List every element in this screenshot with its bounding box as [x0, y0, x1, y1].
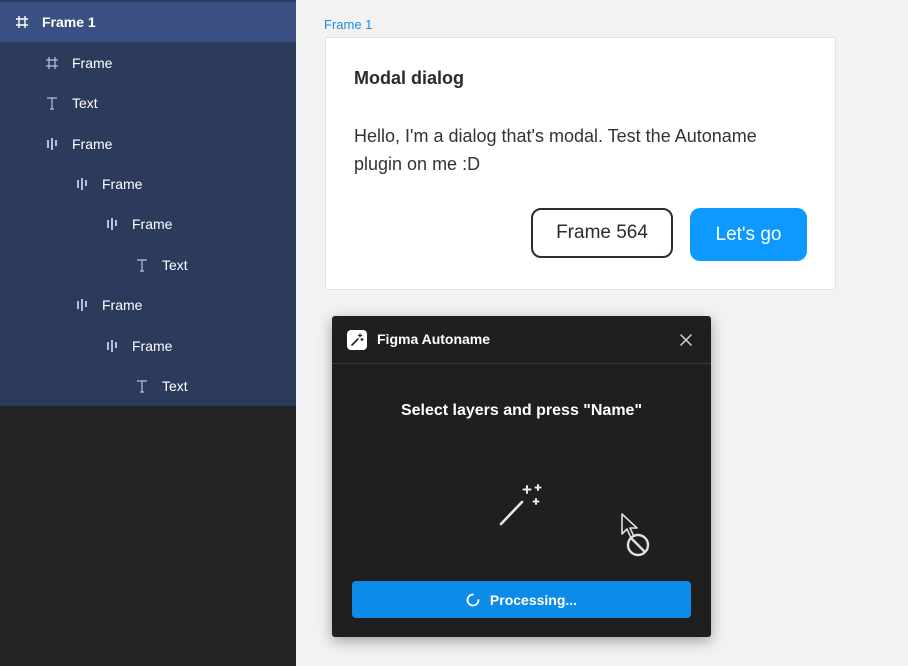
frame-label[interactable]: Frame 1 [324, 17, 372, 32]
plugin-instruction: Select layers and press "Name" [400, 402, 643, 419]
not-allowed-cursor-icon [621, 513, 650, 557]
text-icon [42, 93, 62, 113]
layer-label: Text [162, 378, 188, 394]
close-icon[interactable] [676, 330, 696, 350]
layer-item-frame-1[interactable]: Frame 1 [0, 2, 308, 42]
modal-title: Modal dialog [354, 68, 464, 88]
layer-item-text[interactable]: Text [0, 83, 338, 123]
layer-item-frame[interactable]: Frame [0, 43, 338, 83]
modal-body-text: Hello, I'm a dialog that's modal. Test t… [354, 126, 757, 174]
magic-wand-logo-icon [347, 330, 367, 350]
plugin-window: Figma Autoname Select layers and press "… [332, 316, 711, 637]
layer-label: Text [72, 95, 98, 111]
lets-go-button[interactable]: Let's go [690, 208, 807, 261]
layer-label: Text [162, 257, 188, 273]
plugin-title: Figma Autoname [377, 331, 491, 347]
auto-layout-icon [102, 214, 122, 234]
auto-layout-icon [72, 295, 92, 315]
modal-dialog-frame[interactable]: Modal dialog Hello, I'm a dialog that's … [325, 37, 836, 290]
layer-label: Frame 1 [42, 14, 96, 30]
auto-layout-icon [42, 134, 62, 154]
text-icon [132, 376, 152, 396]
layer-label: Frame [102, 176, 143, 192]
auto-layout-icon [102, 336, 122, 356]
spinner-icon [466, 593, 480, 607]
layer-label: Frame [132, 338, 173, 354]
text-icon [132, 255, 152, 275]
auto-layout-icon [72, 174, 92, 194]
frame-icon [42, 53, 62, 73]
frame-564-button[interactable]: Frame 564 [531, 208, 673, 258]
layer-item-frame[interactable]: Frame [0, 124, 338, 164]
frame-icon [12, 12, 32, 32]
layer-label: Frame [72, 55, 113, 71]
layers-panel: Frame 1 Frame Text Frame Frame Frame Tex… [0, 0, 308, 666]
layer-label: Frame [72, 136, 113, 152]
layer-label: Frame [102, 297, 143, 313]
layer-label: Frame [132, 216, 173, 232]
processing-label: Processing... [489, 591, 578, 608]
plugin-header: Figma Autoname [332, 316, 711, 364]
processing-button[interactable]: Processing... [352, 581, 691, 618]
magic-wand-icon [499, 484, 542, 526]
